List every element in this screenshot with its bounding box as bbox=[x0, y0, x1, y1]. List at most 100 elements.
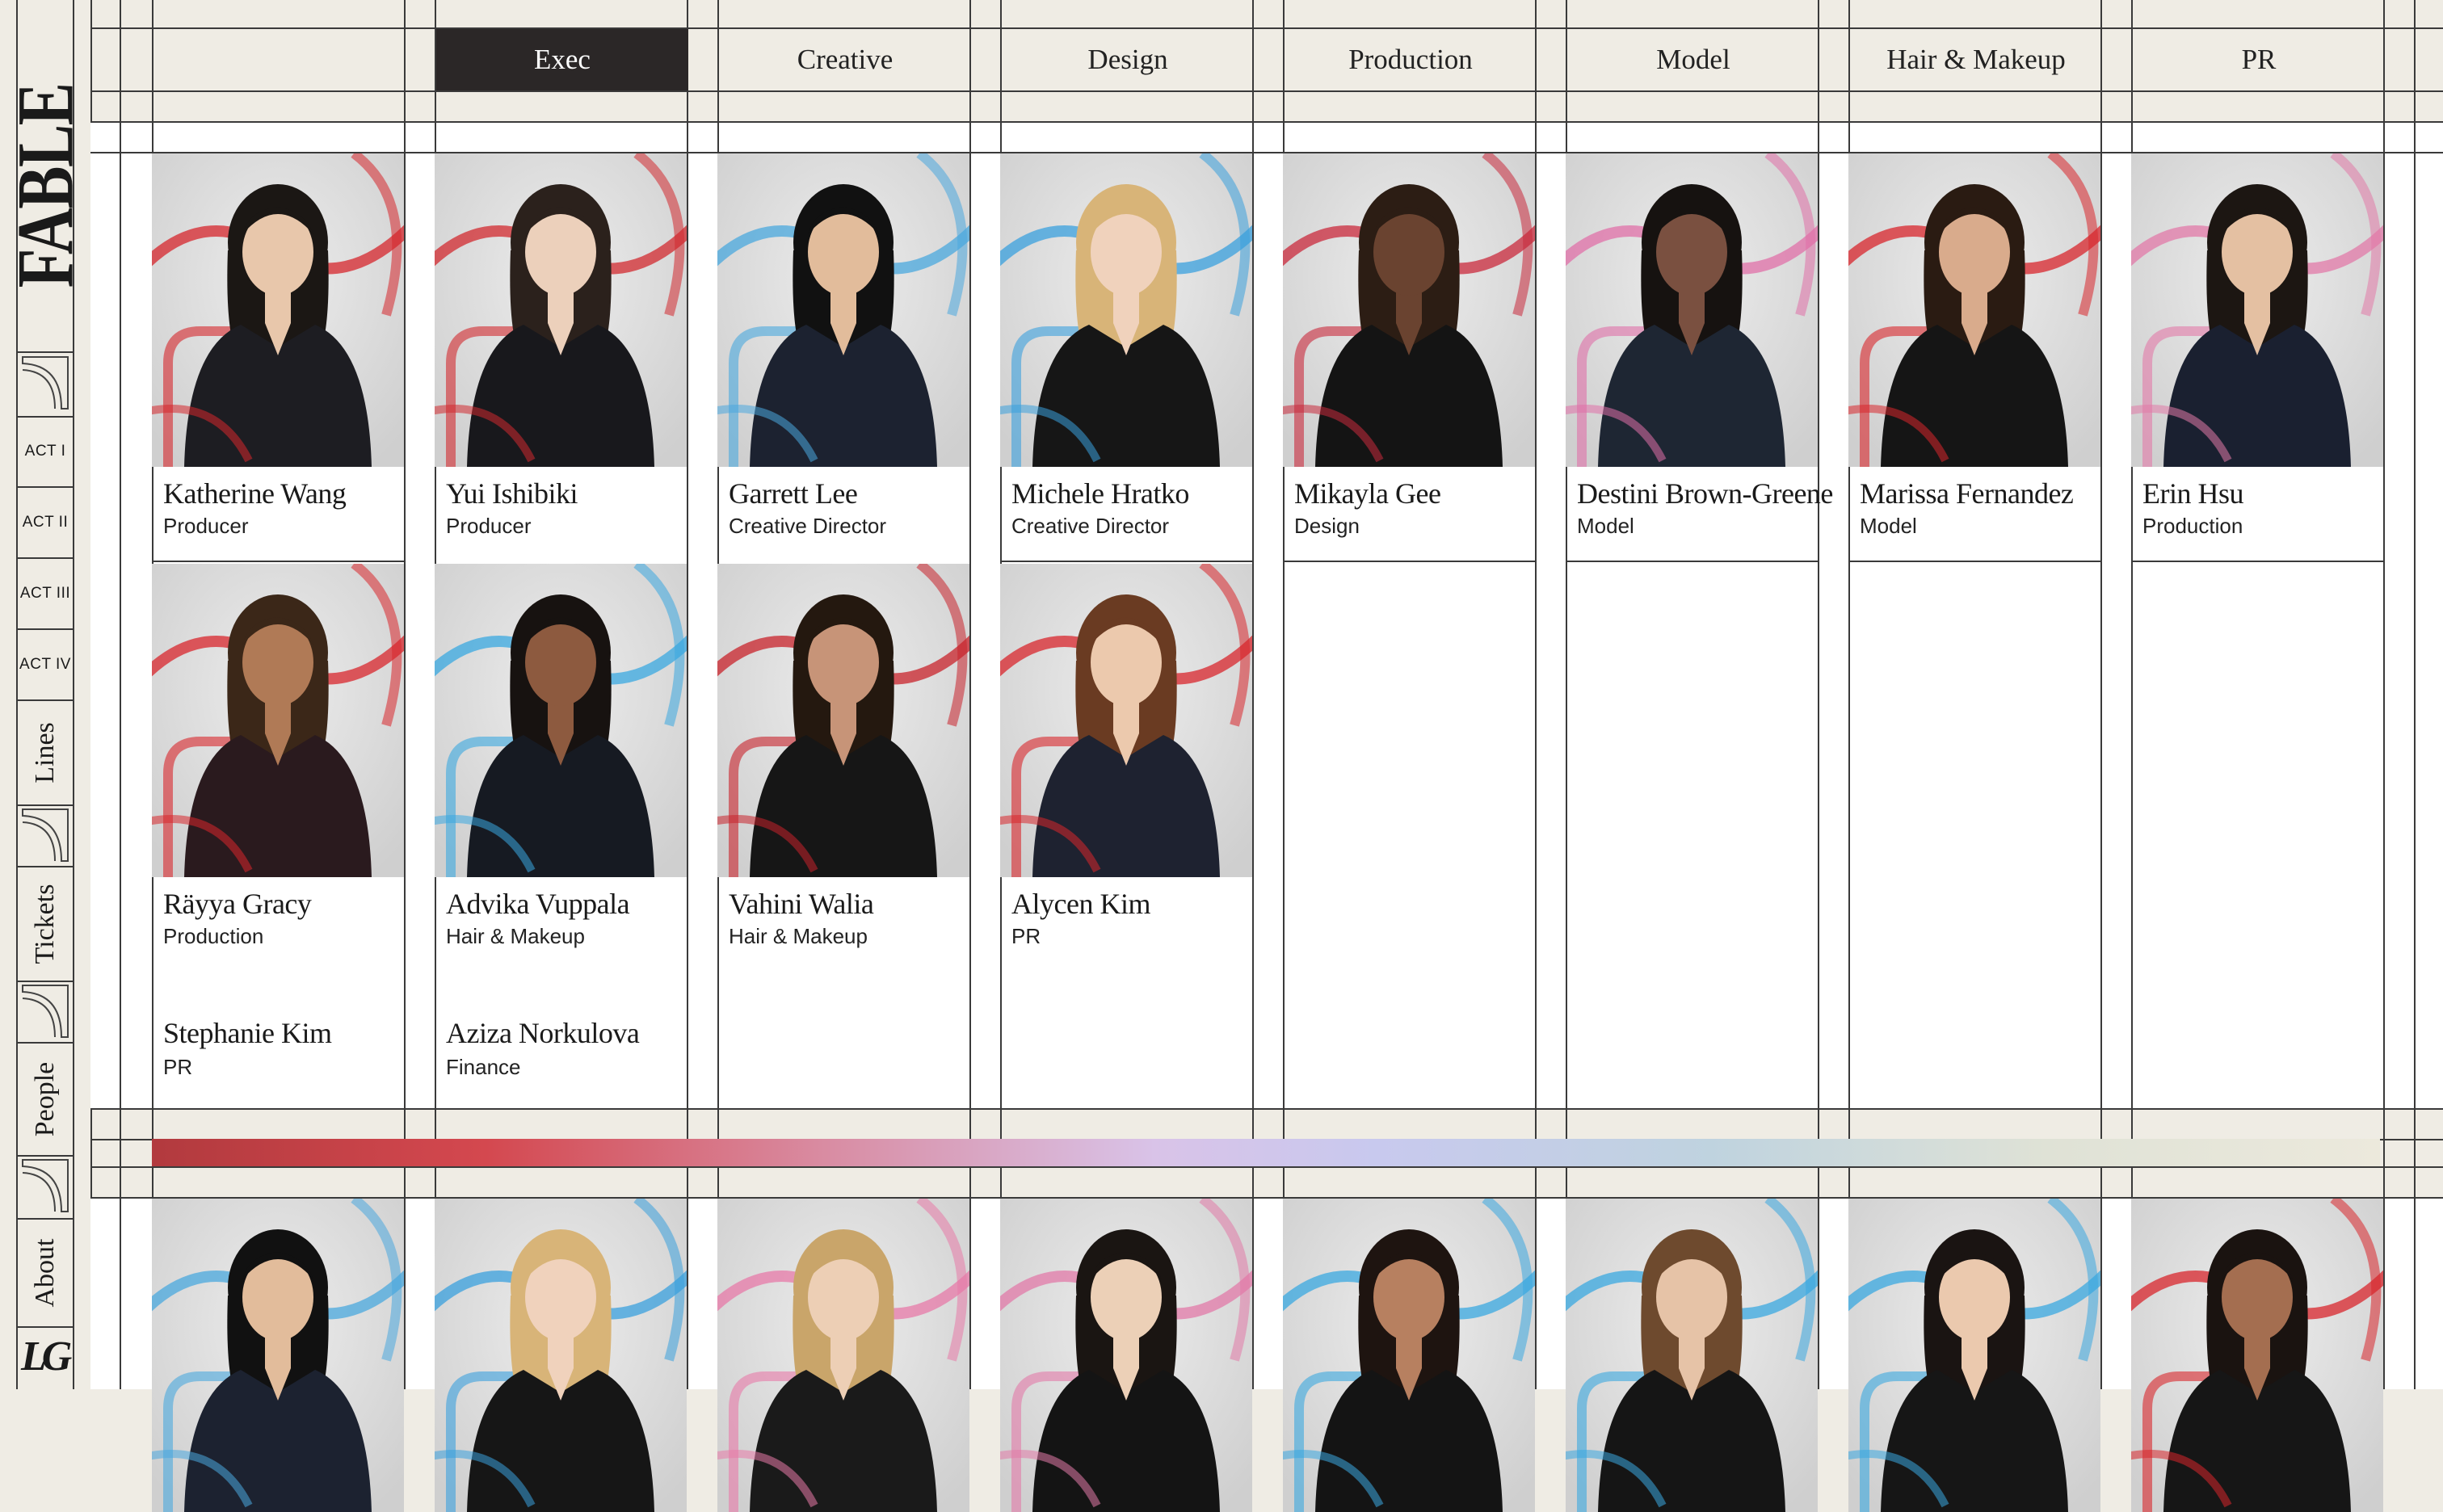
tab-design-label: Design bbox=[1087, 44, 1168, 75]
gradient-divider-bar bbox=[152, 1139, 2380, 1166]
person-photo-frame bbox=[1000, 153, 1252, 467]
tab-model-label: Model bbox=[1656, 44, 1730, 75]
person-card[interactable] bbox=[152, 1199, 404, 1512]
person-card[interactable] bbox=[1848, 1199, 2100, 1512]
person-photo bbox=[717, 1199, 969, 1512]
nav-people[interactable]: People bbox=[16, 1044, 74, 1155]
person-photo bbox=[1566, 1199, 1818, 1512]
divider bbox=[16, 981, 74, 982]
grid-line-vertical bbox=[2383, 0, 2385, 1389]
person-photo-frame bbox=[1283, 153, 1535, 467]
tab-model[interactable]: Model bbox=[1567, 29, 1819, 90]
tab-hair-makeup[interactable]: Hair & Makeup bbox=[1850, 29, 2102, 90]
divider bbox=[16, 804, 74, 806]
tab-exec[interactable]: Exec bbox=[436, 29, 688, 90]
person-name: Garrett Lee bbox=[729, 477, 858, 510]
person-card[interactable]: Destini Brown-Greene Model bbox=[1566, 153, 1833, 557]
person-photo bbox=[1000, 153, 1252, 467]
person-photo-frame bbox=[152, 1199, 404, 1512]
person-card[interactable] bbox=[717, 1199, 969, 1512]
nav-act-1[interactable]: ACT I bbox=[16, 443, 74, 460]
person-card[interactable] bbox=[435, 1199, 687, 1512]
person-card[interactable]: Advika Vuppala Hair & Makeup bbox=[435, 564, 687, 968]
person-card[interactable]: Garrett Lee Creative Director bbox=[717, 153, 969, 557]
tab-pr-label: PR bbox=[2241, 44, 2277, 75]
person-photo-frame bbox=[717, 564, 969, 877]
person-role: Model bbox=[1577, 514, 1634, 538]
person-card[interactable]: Katherine Wang Producer bbox=[152, 153, 404, 557]
grid-line-horizontal bbox=[90, 1166, 2443, 1168]
person-photo-frame bbox=[1848, 1199, 2100, 1512]
arch-ornament-icon bbox=[22, 985, 69, 1038]
person-name: Marissa Fernandez bbox=[1860, 477, 2074, 510]
fable-wordmark-link[interactable]: FABLE bbox=[1, 24, 90, 347]
card-divider bbox=[1848, 561, 2100, 562]
nav-act-2[interactable]: ACT II bbox=[16, 514, 74, 531]
person-photo bbox=[2131, 153, 2383, 467]
person-name[interactable]: Stephanie Kim bbox=[163, 1016, 332, 1050]
tab-design[interactable]: Design bbox=[1002, 29, 1254, 90]
person-photo bbox=[1283, 153, 1535, 467]
person-photo-frame bbox=[152, 564, 404, 877]
nav-lines[interactable]: Lines bbox=[16, 701, 74, 804]
person-card[interactable] bbox=[1283, 1199, 1535, 1512]
grid-line-vertical bbox=[2414, 0, 2416, 1389]
nav-about[interactable]: About bbox=[16, 1220, 74, 1326]
person-role: Model bbox=[1860, 514, 1917, 538]
tab-pr[interactable]: PR bbox=[2133, 29, 2385, 90]
person-role: Producer bbox=[163, 514, 249, 538]
person-card[interactable]: Mikayla Gee Design bbox=[1283, 153, 1535, 557]
person-card[interactable]: Erin Hsu Production bbox=[2131, 153, 2383, 557]
person-photo-frame bbox=[435, 153, 687, 467]
person-name: Alycen Kim bbox=[1011, 888, 1150, 920]
people-grid: Exec Creative Design Production Model Ha… bbox=[90, 0, 2443, 1512]
person-role: Creative Director bbox=[1011, 514, 1170, 538]
grid-line-vertical bbox=[969, 0, 971, 1389]
person-photo-frame bbox=[1000, 564, 1252, 877]
person-name: Mikayla Gee bbox=[1294, 477, 1441, 510]
person-card[interactable]: Marissa Fernandez Model bbox=[1848, 153, 2100, 557]
person-card[interactable] bbox=[2131, 1199, 2383, 1512]
grid-line-horizontal bbox=[90, 121, 2443, 123]
person-photo bbox=[1000, 1199, 1252, 1512]
person-photo-frame bbox=[2131, 153, 2383, 467]
card-divider bbox=[1566, 561, 1818, 562]
fable-wordmark: FABLE bbox=[0, 83, 90, 288]
lg-logo-link[interactable]: LG bbox=[16, 1329, 74, 1386]
nav-act-4[interactable]: ACT IV bbox=[16, 656, 74, 674]
person-card[interactable]: Michele Hratko Creative Director bbox=[1000, 153, 1252, 557]
nav-tickets[interactable]: Tickets bbox=[16, 867, 74, 981]
person-card[interactable] bbox=[1000, 1199, 1252, 1512]
person-photo-frame bbox=[717, 153, 969, 467]
person-card[interactable]: Yui Ishibiki Producer bbox=[435, 153, 687, 557]
arch-ornament-icon bbox=[22, 808, 69, 862]
person-card[interactable]: Alycen Kim PR bbox=[1000, 564, 1252, 968]
person-card[interactable]: Räyya Gracy Production bbox=[152, 564, 404, 968]
person-photo bbox=[1848, 1199, 2100, 1512]
person-photo bbox=[152, 564, 404, 877]
nav-act-3[interactable]: ACT III bbox=[16, 585, 74, 603]
card-divider bbox=[1283, 561, 1535, 562]
person-photo-frame bbox=[1566, 153, 1818, 467]
sidebar-nav: FABLE ACT I ACT II ACT III ACT IV Lines … bbox=[0, 0, 92, 1389]
person-photo-frame bbox=[435, 564, 687, 877]
divider bbox=[16, 557, 74, 559]
grid-line-vertical bbox=[1535, 0, 1537, 1389]
grid-line-vertical bbox=[120, 0, 121, 1389]
tab-production[interactable]: Production bbox=[1285, 29, 1537, 90]
person-photo-frame bbox=[1283, 1199, 1535, 1512]
divider bbox=[16, 416, 74, 418]
grid-line-horizontal bbox=[90, 90, 2443, 92]
person-card[interactable]: Vahini Walia Hair & Makeup bbox=[717, 564, 969, 968]
person-card[interactable] bbox=[1566, 1199, 1818, 1512]
person-name: Advika Vuppala bbox=[446, 888, 630, 920]
divider bbox=[16, 486, 74, 488]
tab-creative[interactable]: Creative bbox=[719, 29, 971, 90]
grid-line-vertical bbox=[1818, 0, 1819, 1389]
nav-lines-label: Lines bbox=[30, 722, 60, 783]
person-photo-frame bbox=[717, 1199, 969, 1512]
person-photo bbox=[1566, 153, 1818, 467]
person-name[interactable]: Aziza Norkulova bbox=[446, 1016, 640, 1050]
grid-line-vertical bbox=[404, 0, 406, 1389]
nav-tickets-label: Tickets bbox=[30, 884, 60, 964]
